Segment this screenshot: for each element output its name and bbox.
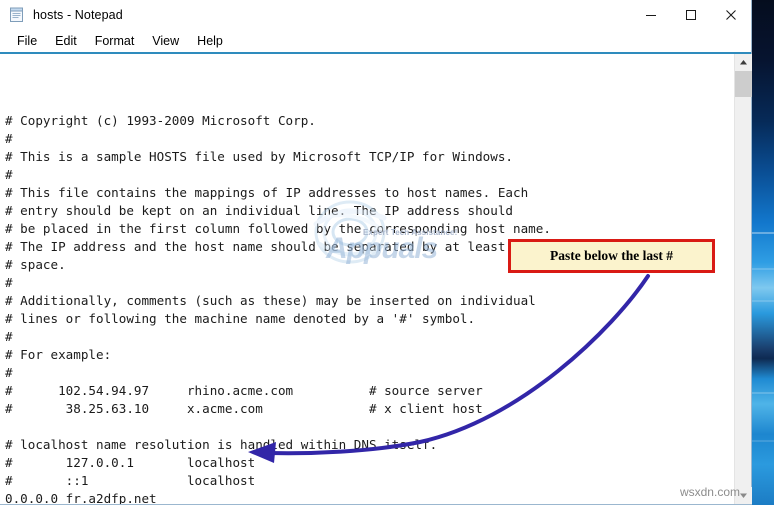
callout-label: Paste below the last # bbox=[550, 248, 673, 263]
window-controls bbox=[631, 0, 751, 30]
title-bar[interactable]: hosts - Notepad bbox=[0, 0, 751, 30]
close-button[interactable] bbox=[711, 0, 751, 30]
code-line: # localhost name resolution is handled w… bbox=[5, 437, 438, 452]
editor-row: # Copyright (c) 1993-2009 Microsoft Corp… bbox=[0, 54, 752, 504]
code-line: # bbox=[5, 275, 13, 290]
scrollbar-thumb[interactable] bbox=[735, 71, 752, 97]
code-line: # be placed in the first column followed… bbox=[5, 221, 551, 236]
code-line: # bbox=[5, 167, 13, 182]
menu-item-edit[interactable]: Edit bbox=[46, 34, 86, 48]
minimize-button[interactable] bbox=[631, 0, 671, 30]
code-line: # For example: bbox=[5, 347, 112, 362]
menu-bar: File Edit Format View Help bbox=[0, 30, 751, 52]
menu-item-help[interactable]: Help bbox=[188, 34, 232, 48]
code-line: # 127.0.0.1 localhost bbox=[5, 455, 256, 470]
chevron-up-icon[interactable] bbox=[735, 54, 752, 71]
code-line: # lines or following the machine name de… bbox=[5, 311, 476, 326]
code-line: # This file contains the mappings of IP … bbox=[5, 185, 529, 200]
code-line: # bbox=[5, 131, 13, 146]
window-title: hosts - Notepad bbox=[33, 8, 123, 22]
menu-item-view[interactable]: View bbox=[143, 34, 188, 48]
notepad-icon bbox=[9, 7, 25, 23]
callout-paste-hint: Paste below the last # bbox=[508, 239, 715, 273]
menu-item-format[interactable]: Format bbox=[86, 34, 144, 48]
code-line: # 102.54.94.97 rhino.acme.com # source s… bbox=[5, 383, 483, 398]
code-line: # Copyright (c) 1993-2009 Microsoft Corp… bbox=[5, 113, 316, 128]
code-line: # bbox=[5, 365, 13, 380]
code-line: # entry should be kept on an individual … bbox=[5, 203, 513, 218]
menu-item-file[interactable]: File bbox=[8, 34, 46, 48]
code-line: # This is a sample HOSTS file used by Mi… bbox=[5, 149, 513, 164]
hosts-file-textarea[interactable]: # Copyright (c) 1993-2009 Microsoft Corp… bbox=[0, 54, 734, 504]
chevron-down-icon[interactable] bbox=[735, 487, 752, 504]
code-line: # 38.25.63.10 x.acme.com # x client host bbox=[5, 401, 483, 416]
code-line: # bbox=[5, 329, 13, 344]
code-line: 0.0.0.0 fr.a2dfp.net bbox=[5, 491, 157, 504]
vertical-scrollbar[interactable] bbox=[734, 54, 752, 504]
screenshot-root: hosts - Notepad File Edit Format View He… bbox=[0, 0, 774, 505]
code-line: # Additionally, comments (such as these)… bbox=[5, 293, 536, 308]
code-line: # ::1 localhost bbox=[5, 473, 256, 488]
maximize-button[interactable] bbox=[671, 0, 711, 30]
